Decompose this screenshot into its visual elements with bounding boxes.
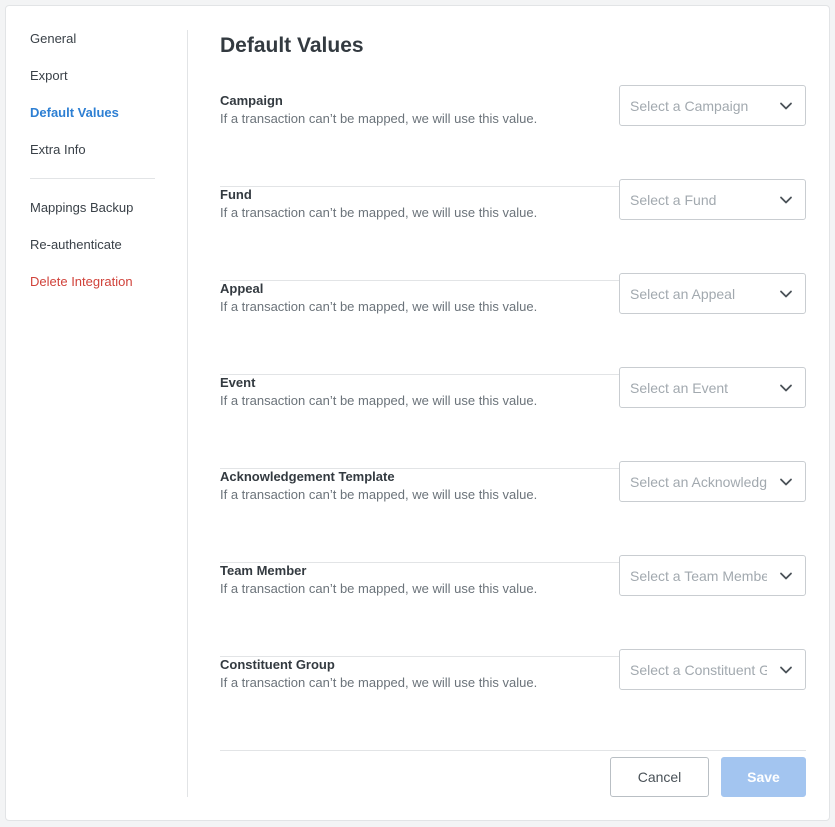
chevron-down-icon bbox=[780, 572, 792, 580]
fund-select[interactable]: Select a Fund bbox=[619, 179, 806, 220]
appeal-select[interactable]: Select an Appeal bbox=[619, 273, 806, 314]
sidebar-separator bbox=[187, 30, 188, 797]
field-label: Constituent Group bbox=[220, 657, 335, 672]
event-select[interactable]: Select an Event bbox=[619, 367, 806, 408]
sidebar-item-default-values[interactable]: Default Values bbox=[30, 105, 119, 121]
chevron-down-icon bbox=[780, 196, 792, 204]
field-help-text: If a transaction can’t be mapped, we wil… bbox=[220, 487, 538, 502]
team-member-select[interactable]: Select a Team Member bbox=[619, 555, 806, 596]
field-row-appeal: Appeal If a transaction can’t be mapped,… bbox=[220, 273, 806, 375]
field-label: Acknowledgement Template bbox=[220, 469, 395, 484]
field-row-campaign: Campaign If a transaction can’t be mappe… bbox=[220, 85, 806, 187]
cancel-button[interactable]: Cancel bbox=[610, 757, 709, 797]
sidebar-item-export[interactable]: Export bbox=[30, 68, 68, 84]
page-title: Default Values bbox=[220, 34, 364, 57]
acknowledgement-template-select[interactable]: Select an Acknowledgement Template bbox=[619, 461, 806, 502]
field-label: Team Member bbox=[220, 563, 307, 578]
field-help-text: If a transaction can’t be mapped, we wil… bbox=[220, 581, 538, 596]
select-placeholder: Select an Appeal bbox=[630, 286, 736, 302]
chevron-down-icon bbox=[780, 102, 792, 110]
settings-card: General Export Default Values Extra Info… bbox=[5, 5, 830, 821]
chevron-down-icon bbox=[780, 384, 792, 392]
sidebar-item-mappings-backup[interactable]: Mappings Backup bbox=[30, 200, 133, 216]
field-help-text: If a transaction can’t be mapped, we wil… bbox=[220, 205, 538, 220]
field-help-text: If a transaction can’t be mapped, we wil… bbox=[220, 675, 538, 690]
field-row-team-member: Team Member If a transaction can’t be ma… bbox=[220, 555, 806, 657]
field-help-text: If a transaction can’t be mapped, we wil… bbox=[220, 111, 538, 126]
select-placeholder: Select an Event bbox=[630, 380, 729, 396]
select-placeholder: Select a Campaign bbox=[630, 98, 749, 114]
chevron-down-icon bbox=[780, 478, 792, 486]
field-row-constituent-group: Constituent Group If a transaction can’t… bbox=[220, 649, 806, 751]
chevron-down-icon bbox=[780, 666, 792, 674]
chevron-down-icon bbox=[780, 290, 792, 298]
field-label: Campaign bbox=[220, 93, 283, 108]
field-label: Fund bbox=[220, 187, 252, 202]
campaign-select[interactable]: Select a Campaign bbox=[619, 85, 806, 126]
sidebar-item-re-authenticate[interactable]: Re-authenticate bbox=[30, 237, 122, 253]
select-placeholder: Select a Fund bbox=[630, 192, 717, 208]
select-placeholder: Select a Constituent Group bbox=[630, 662, 767, 678]
field-row-acknowledgement-template: Acknowledgement Template If a transactio… bbox=[220, 461, 806, 563]
field-label: Appeal bbox=[220, 281, 264, 296]
select-placeholder: Select an Acknowledgement Template bbox=[630, 474, 767, 490]
save-button[interactable]: Save bbox=[721, 757, 806, 797]
field-help-text: If a transaction can’t be mapped, we wil… bbox=[220, 393, 538, 408]
sidebar-item-general[interactable]: General bbox=[30, 31, 76, 47]
select-placeholder: Select a Team Member bbox=[630, 568, 767, 584]
field-row-event: Event If a transaction can’t be mapped, … bbox=[220, 367, 806, 469]
field-label: Event bbox=[220, 375, 256, 390]
sidebar-nav: General Export Default Values Extra Info… bbox=[6, 6, 188, 820]
field-row-fund: Fund If a transaction can’t be mapped, w… bbox=[220, 179, 806, 281]
field-help-text: If a transaction can’t be mapped, we wil… bbox=[220, 299, 538, 314]
constituent-group-select[interactable]: Select a Constituent Group bbox=[619, 649, 806, 690]
sidebar-item-extra-info[interactable]: Extra Info bbox=[30, 142, 86, 158]
sidebar-item-delete-integration[interactable]: Delete Integration bbox=[30, 274, 133, 290]
sidebar-divider bbox=[30, 178, 155, 179]
